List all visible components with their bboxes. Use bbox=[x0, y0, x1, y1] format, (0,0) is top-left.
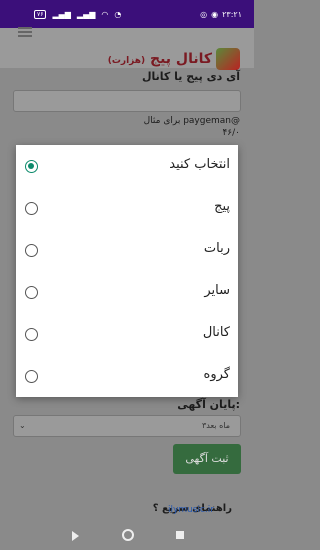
signal-icon: ▂▄▆ bbox=[52, 10, 71, 19]
clock: ۲۳:۲۱ bbox=[222, 10, 242, 19]
radio-icon[interactable] bbox=[25, 328, 38, 341]
radio-icon[interactable] bbox=[25, 370, 38, 383]
option-page[interactable]: پیج bbox=[16, 187, 238, 229]
signal-icon-2: ▂▄▆ bbox=[76, 10, 96, 19]
chevron-down-icon: ⌄ bbox=[19, 421, 26, 430]
hamburger-menu-icon[interactable] bbox=[18, 27, 32, 37]
option-choose[interactable]: انتخاب کنید bbox=[16, 145, 238, 187]
char-count: ۴۶/۰ bbox=[222, 128, 240, 138]
username-label: آی دی پیج یا کانال bbox=[141, 70, 240, 83]
watermark: ilymusic.ir bbox=[168, 505, 214, 515]
option-label: سایر bbox=[204, 283, 230, 298]
system-nav-bar bbox=[0, 522, 254, 550]
submit-button[interactable]: ثبت آگهی bbox=[173, 444, 241, 474]
option-group[interactable]: گروه bbox=[16, 355, 238, 397]
username-input[interactable] bbox=[13, 90, 241, 112]
end-date-value: ۳ماه بعد bbox=[201, 421, 230, 430]
option-label: پیج bbox=[214, 199, 230, 214]
logo-title: کانال پیج bbox=[150, 51, 212, 67]
option-label: انتخاب کنید bbox=[169, 157, 230, 172]
type-select-dialog: انتخاب کنید پیج ربات سایر کانال گروه bbox=[16, 145, 238, 397]
instagram-icon: ◎ bbox=[200, 10, 208, 19]
option-label: کانال bbox=[202, 325, 230, 340]
home-icon[interactable] bbox=[122, 529, 134, 541]
option-label: ربات bbox=[203, 241, 230, 256]
logo-emblem-icon bbox=[216, 48, 240, 70]
option-bot[interactable]: ربات bbox=[16, 229, 238, 271]
radio-icon[interactable] bbox=[25, 244, 38, 257]
back-icon[interactable] bbox=[72, 531, 79, 541]
end-date-select[interactable]: ⌄ ۳ماه بعد bbox=[13, 415, 241, 437]
radio-checked-icon[interactable] bbox=[25, 160, 38, 173]
option-label: گروه bbox=[203, 367, 230, 382]
option-channel[interactable]: کانال bbox=[16, 313, 238, 355]
radio-icon[interactable] bbox=[25, 286, 38, 299]
end-date-label: پایان آگهی: bbox=[177, 398, 240, 411]
wifi-icon: ◠ bbox=[101, 10, 109, 19]
logo-subtitle: (هزارت) bbox=[107, 56, 146, 66]
alarm-icon: ◔ bbox=[114, 10, 122, 19]
status-bar: ۷۶ ▂▄▆ ▂▄▆ ◠ ◔ ◎ ◉ ۲۳:۲۱ bbox=[0, 0, 254, 28]
recent-apps-icon[interactable] bbox=[176, 531, 184, 539]
username-hint: برای مثال paygeman@ bbox=[143, 116, 240, 126]
radio-icon[interactable] bbox=[25, 202, 38, 215]
logo-text: (هزارت) کانال پیج bbox=[108, 51, 212, 67]
notification-icon: ◉ bbox=[211, 10, 219, 19]
battery-icon: ۷۶ bbox=[34, 10, 47, 19]
option-other[interactable]: سایر bbox=[16, 271, 238, 313]
